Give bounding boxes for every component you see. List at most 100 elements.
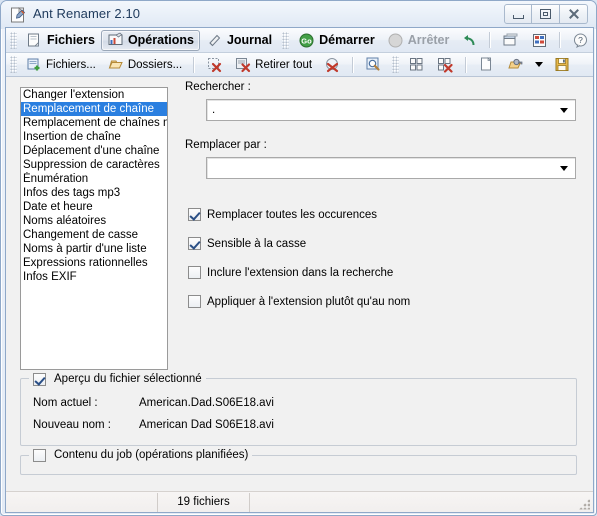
list-item[interactable]: Changement de casse: [21, 228, 167, 242]
operations-list[interactable]: Changer l'extension Remplacement de chaîn…: [20, 87, 168, 370]
chevron-down-icon: [535, 62, 544, 67]
option-checkbox[interactable]: [188, 266, 201, 279]
start-button[interactable]: Go Démarrer: [292, 30, 381, 51]
current-name-value: American.Dad.S06E18.avi: [139, 397, 274, 409]
add-files-button[interactable]: Fichiers...: [20, 54, 102, 75]
file-toolbar-separator-1: [193, 56, 196, 73]
list-item[interactable]: Date et heure: [21, 200, 167, 214]
list-item[interactable]: Infos des tags mp3: [21, 186, 167, 200]
list-item[interactable]: Déplacement d'une chaîne: [21, 144, 167, 158]
report-button[interactable]: [525, 30, 554, 51]
save-job-button[interactable]: [548, 54, 577, 75]
tabbar-separator-2: [559, 32, 562, 48]
help-icon: ?: [574, 33, 588, 48]
window-controls: [504, 4, 588, 24]
client-area: Fichiers Opérations Journal Go Démarrer …: [5, 27, 594, 513]
option-checkbox-row[interactable]: Inclure l'extension dans la recherche: [188, 263, 577, 282]
preview-search-icon: [366, 57, 380, 71]
window-button[interactable]: [496, 30, 525, 51]
close-button[interactable]: [560, 4, 588, 24]
minimize-button[interactable]: [504, 4, 532, 24]
list-item[interactable]: Infos EXIF: [21, 270, 167, 284]
option-checkbox[interactable]: [188, 237, 201, 250]
open-job-dropdown[interactable]: [530, 54, 548, 75]
job-caption[interactable]: Contenu du job (opérations planifiées): [29, 447, 253, 463]
list-item[interactable]: Changer l'extension: [21, 88, 167, 102]
status-bar: 19 fichiers: [6, 491, 593, 512]
preview-groupbox: Aperçu du fichier sélectionné Nom actuel…: [20, 371, 577, 446]
add-files-label: Fichiers...: [46, 58, 96, 71]
search-label: Rechercher :: [185, 81, 251, 93]
help-button[interactable]: ?: [566, 30, 595, 51]
list-item[interactable]: Noms à partir d'une liste: [21, 242, 167, 256]
undo-button[interactable]: [455, 30, 484, 51]
tab-journal-label: Journal: [226, 33, 273, 47]
list-item[interactable]: Expressions rationnelles: [21, 256, 167, 270]
list-item[interactable]: Remplacement de chaînes mul: [21, 116, 167, 130]
grid-remove-button[interactable]: [431, 54, 460, 75]
maximize-icon: [540, 9, 551, 19]
tab-operations[interactable]: Opérations: [100, 29, 200, 51]
option-checkbox-row[interactable]: Sensible à la casse: [188, 234, 577, 253]
stop-button-label: Arrêter: [407, 33, 450, 47]
file-toolbar-grip[interactable]: [10, 56, 17, 73]
main-tabbar: Fichiers Opérations Journal Go Démarrer …: [6, 28, 593, 53]
svg-text:?: ?: [579, 35, 584, 45]
new-job-button[interactable]: [472, 54, 501, 75]
replace-label: Remplacer par :: [185, 139, 267, 151]
tab-fichiers[interactable]: Fichiers: [20, 30, 101, 51]
toolbar-grip[interactable]: [10, 31, 17, 49]
report-icon: [533, 33, 547, 47]
open-job-button[interactable]: [501, 54, 530, 75]
remove-all-button[interactable]: Retirer tout: [229, 54, 318, 75]
grid-remove-icon: [438, 58, 453, 73]
replace-combo[interactable]: [206, 157, 576, 179]
option-checkbox-label: Sensible à la casse: [207, 237, 307, 250]
job-toolbar-grip[interactable]: [392, 56, 400, 73]
preview-checkbox[interactable]: [33, 372, 46, 386]
preview-caption-label: Aperçu du fichier sélectionné: [54, 373, 202, 385]
option-checkbox-row[interactable]: Remplacer toutes les occurences: [188, 205, 577, 224]
search-combo[interactable]: .: [206, 99, 576, 121]
add-folder-button[interactable]: Dossiers...: [102, 54, 188, 75]
clear-button[interactable]: [318, 54, 347, 75]
list-item[interactable]: Noms aléatoires: [21, 214, 167, 228]
list-item[interactable]: Suppression de caractères: [21, 158, 167, 172]
option-checkbox-row[interactable]: Appliquer à l'extension plutôt qu'au nom: [188, 292, 577, 311]
window-icon: [503, 33, 518, 45]
open-job-icon: [508, 58, 523, 69]
job-checkbox[interactable]: [33, 448, 46, 462]
tab-journal[interactable]: Journal: [200, 30, 278, 51]
action-group-grip[interactable]: [282, 31, 290, 49]
option-checkbox-label: Remplacer toutes les occurences: [207, 208, 378, 221]
main-body: Changer l'extension Remplacement de chaîn…: [6, 77, 593, 512]
preview-caption[interactable]: Aperçu du fichier sélectionné: [29, 371, 206, 387]
chevron-down-icon[interactable]: [560, 108, 568, 113]
add-files-icon: [27, 58, 40, 71]
chevron-down-icon[interactable]: [560, 166, 568, 171]
journal-icon: [209, 34, 221, 46]
job-groupbox: Contenu du job (opérations planifiées): [20, 447, 577, 475]
preview-search-button[interactable]: [359, 54, 388, 75]
grid-add-button[interactable]: [402, 54, 431, 75]
options-checkbox-group: Remplacer toutes les occurences Sensible …: [188, 205, 577, 311]
status-file-count: 19 fichiers: [158, 492, 250, 512]
tabbar-separator-1: [489, 32, 492, 48]
remove-all-icon: [236, 58, 251, 73]
list-item[interactable]: Remplacement de chaîne: [21, 102, 167, 116]
new-job-icon: [481, 57, 492, 71]
operations-icon: [108, 32, 123, 45]
files-icon: [28, 33, 39, 46]
option-checkbox[interactable]: [188, 295, 201, 308]
list-item[interactable]: Énumération: [21, 172, 167, 186]
undo-icon: [464, 34, 475, 45]
option-checkbox[interactable]: [188, 208, 201, 221]
resize-grip-icon[interactable]: [579, 498, 590, 510]
list-item[interactable]: Insertion de chaîne: [21, 130, 167, 144]
option-checkbox-label: Inclure l'extension dans la recherche: [207, 266, 394, 279]
remove-selected-button[interactable]: [200, 54, 229, 75]
status-cell-3: [250, 493, 593, 512]
start-button-label: Démarrer: [319, 33, 375, 47]
maximize-button[interactable]: [532, 4, 560, 24]
add-folder-icon: [108, 60, 123, 69]
